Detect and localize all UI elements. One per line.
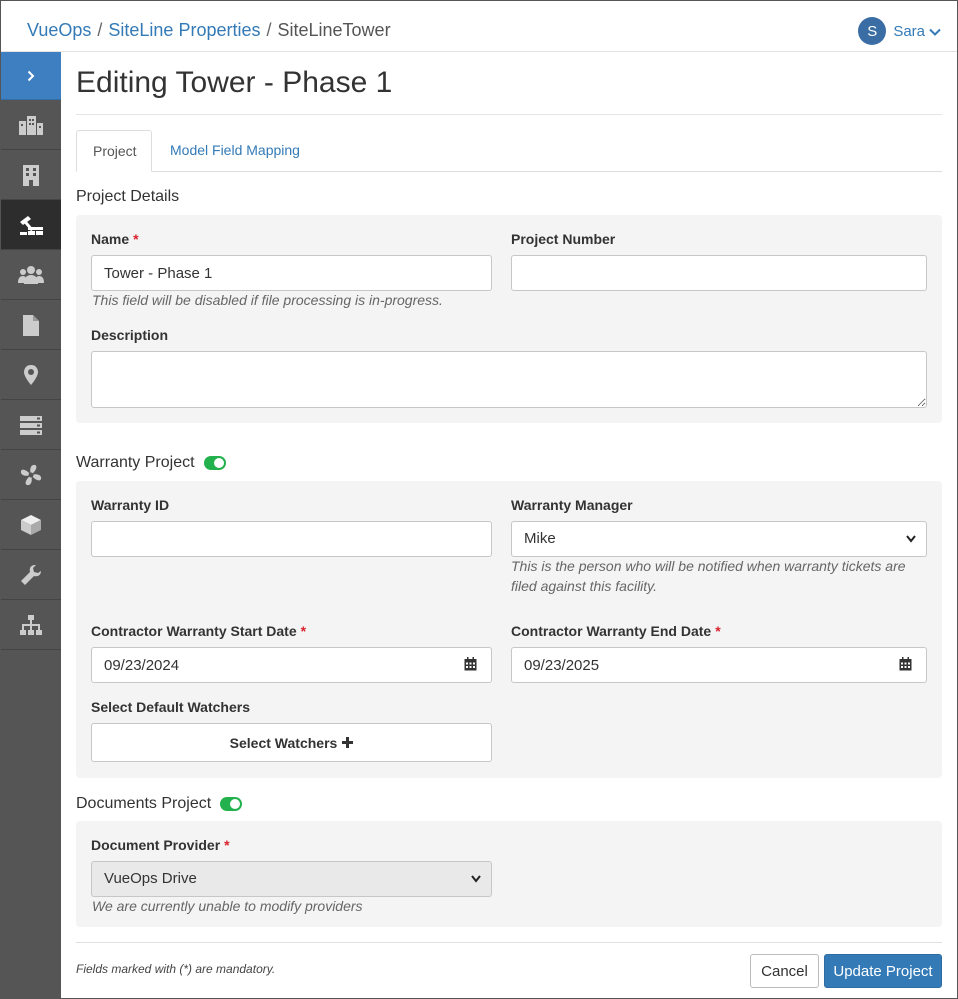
breadcrumb-current: SiteLineTower xyxy=(277,20,391,40)
divider xyxy=(76,114,942,115)
name-label: Name * xyxy=(91,231,139,247)
document-provider-label-text: Document Provider xyxy=(91,837,221,853)
chevron-down-icon xyxy=(929,23,941,39)
document-provider-select: VueOps Drive xyxy=(91,861,492,897)
breadcrumb-siteline-properties[interactable]: SiteLine Properties xyxy=(108,20,260,40)
buildings-icon xyxy=(18,115,44,135)
breadcrumb-separator: / xyxy=(97,20,103,40)
document-provider-label: Document Provider * xyxy=(91,837,230,853)
warranty-manager-label: Warranty Manager xyxy=(511,497,633,513)
user-name: Sara xyxy=(893,22,925,40)
select-watchers-label: Select Watchers xyxy=(229,734,338,751)
cube-icon xyxy=(20,514,42,536)
project-details-panel: Name* This field will be disabled if fil… xyxy=(76,215,942,423)
warranty-project-title: Warranty Project xyxy=(76,454,195,471)
plus-icon xyxy=(342,735,354,751)
document-provider-value: VueOps Drive xyxy=(104,870,197,887)
sidebar-item-documents[interactable] xyxy=(1,300,61,350)
location-pin-icon xyxy=(23,364,39,386)
tab-project[interactable]: Project xyxy=(76,130,152,172)
user-menu[interactable]: S Sara xyxy=(858,17,941,45)
sidebar-item-buildings[interactable] xyxy=(1,100,61,150)
users-icon xyxy=(18,264,44,286)
cancel-button[interactable]: Cancel xyxy=(750,954,819,988)
breadcrumb-separator: / xyxy=(266,20,272,40)
documents-project-heading: Documents Project xyxy=(76,795,243,813)
top-bar: VueOps / SiteLine Properties / SiteLineTower… xyxy=(1,1,957,52)
calendar-icon xyxy=(899,656,912,674)
warranty-project-heading: Warranty Project xyxy=(76,454,226,472)
project-details-heading: Project Details xyxy=(76,188,179,206)
chevron-down-icon xyxy=(471,862,481,909)
tab-model-field-mapping[interactable]: Model Field Mapping xyxy=(154,130,316,172)
project-number-label: Project Number xyxy=(511,231,616,247)
required-marker: * xyxy=(224,837,230,853)
name-help-text: This field will be disabled if file proc… xyxy=(92,292,443,308)
documents-project-title: Documents Project xyxy=(76,795,212,812)
documents-panel: Document Provider * VueOps Drive We are c… xyxy=(76,821,942,927)
required-marker: * xyxy=(300,623,307,639)
chevron-right-icon xyxy=(26,70,36,82)
server-icon xyxy=(19,415,43,435)
required-marker: * xyxy=(715,623,721,639)
sidebar-item-servers[interactable] xyxy=(1,400,61,450)
breadcrumb-vueops[interactable]: VueOps xyxy=(27,20,91,40)
sidebar-item-tools[interactable] xyxy=(1,550,61,600)
avatar: S xyxy=(858,17,887,45)
sidebar-expand-button[interactable] xyxy=(1,52,61,100)
warranty-manager-help-text: This is the person who will be notified … xyxy=(511,558,906,594)
calendar-icon xyxy=(464,656,477,674)
warranty-end-date-input[interactable] xyxy=(511,647,886,683)
sidebar-item-construction[interactable] xyxy=(1,200,61,250)
sidebar-item-users[interactable] xyxy=(1,250,61,300)
warranty-id-input[interactable] xyxy=(91,521,492,557)
document-icon xyxy=(22,314,40,336)
warranty-start-label-text: Contractor Warranty Start Date xyxy=(91,623,297,639)
breadcrumb: VueOps / SiteLine Properties / SiteLineTower xyxy=(27,20,391,41)
warranty-start-label: Contractor Warranty Start Date * xyxy=(91,623,306,639)
warranty-manager-value: Mike xyxy=(524,530,556,547)
sidebar-item-building[interactable] xyxy=(1,150,61,200)
warranty-end-label-text: Contractor Warranty End Date xyxy=(511,623,712,639)
warranty-end-label: Contractor Warranty End Date * xyxy=(511,623,721,639)
documents-project-toggle[interactable] xyxy=(220,797,243,811)
sitemap-icon xyxy=(19,614,43,636)
default-watchers-label: Select Default Watchers xyxy=(91,699,250,715)
wrench-icon xyxy=(20,564,42,586)
sidebar-item-equipment[interactable] xyxy=(1,450,61,500)
warranty-id-label: Warranty ID xyxy=(91,497,170,513)
description-label: Description xyxy=(91,327,169,343)
document-provider-help-text: We are currently unable to modify provid… xyxy=(92,898,363,914)
name-input[interactable] xyxy=(91,255,492,291)
update-project-button[interactable]: Update Project xyxy=(824,954,942,988)
warranty-end-calendar-button[interactable] xyxy=(885,647,927,683)
project-number-input[interactable] xyxy=(511,255,927,291)
building-icon xyxy=(22,164,40,186)
fan-icon xyxy=(19,463,43,487)
mandatory-fields-note: Fields marked with (*) are mandatory. xyxy=(76,962,276,976)
warranty-start-calendar-button[interactable] xyxy=(450,647,492,683)
sidebar-item-assets[interactable] xyxy=(1,500,61,550)
warranty-manager-select[interactable]: Mike xyxy=(511,521,927,557)
select-watchers-button[interactable]: Select Watchers xyxy=(91,723,492,762)
description-textarea[interactable] xyxy=(91,351,927,408)
name-label-text: Name xyxy=(91,231,130,247)
sidebar xyxy=(1,52,61,998)
warranty-start-date-input[interactable] xyxy=(91,647,451,683)
page-title: Editing Tower - Phase 1 xyxy=(76,66,393,99)
sidebar-item-hierarchy[interactable] xyxy=(1,600,61,650)
divider xyxy=(76,942,942,943)
sidebar-item-locations[interactable] xyxy=(1,350,61,400)
tab-bar: Project Model Field Mapping xyxy=(76,130,942,172)
construction-icon xyxy=(18,214,44,236)
project-details-title: Project Details xyxy=(76,188,180,205)
warranty-project-toggle[interactable] xyxy=(203,456,226,470)
required-marker: * xyxy=(133,231,139,247)
warranty-panel: Warranty ID Warranty Manager Mike This i… xyxy=(76,481,942,778)
